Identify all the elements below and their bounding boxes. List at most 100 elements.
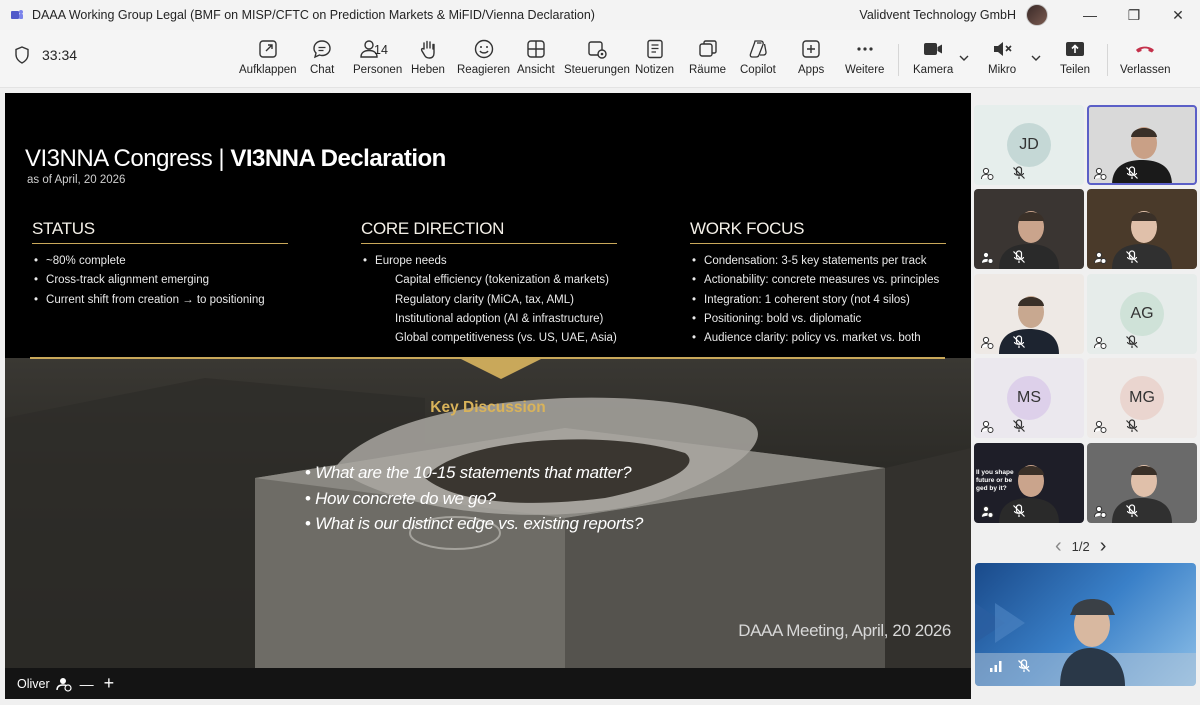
page-indicator: 1/2 (1071, 539, 1090, 554)
controls-icon (588, 41, 607, 59)
slide-footer: DAAA Meeting, April, 20 2026 (738, 621, 951, 640)
participant-tile[interactable] (1087, 189, 1197, 269)
grid-pager: ‹ 1/2 › (1055, 535, 1106, 558)
mic-muted-icon (1013, 419, 1025, 432)
mic-muted-icon (1126, 166, 1138, 179)
mic-muted-icon (1126, 250, 1138, 263)
grid-view-icon (527, 40, 545, 58)
list-item: What is our distinct edge vs. existing r… (305, 511, 643, 537)
controls-button[interactable]: Steuerungen (564, 38, 630, 82)
copilot-button[interactable]: Copilot (740, 38, 776, 82)
participant-tile[interactable] (974, 189, 1084, 269)
hang-up-icon (1136, 46, 1155, 53)
participant-tile[interactable] (974, 274, 1084, 354)
rooms-button[interactable]: Räume (689, 38, 726, 82)
share-label: Teilen (1060, 64, 1091, 76)
camera-label: Kamera (913, 64, 954, 76)
raise-hand-label: Heben (411, 64, 445, 76)
presentation-slide: VI3NNA Congress | VI3NNA Declaration as … (5, 93, 971, 668)
video-overlay-text: Il you shape future or be ged by it? (976, 469, 1014, 492)
key-discussion-heading: Key Discussion (430, 399, 546, 416)
smiley-icon (474, 39, 493, 59)
copilot-icon (749, 40, 767, 58)
shared-screen[interactable]: VI3NNA Congress | VI3NNA Declaration as … (5, 93, 971, 699)
mic-muted-icon (1013, 166, 1025, 179)
list-item: Institutional adoption (AI & infrastruct… (395, 312, 604, 325)
people-label: Personen (353, 64, 403, 76)
view-label: Ansicht (517, 64, 555, 76)
core-direction-column: CORE DIRECTION Europe needs Capital effi… (361, 219, 617, 348)
controls-label: Steuerungen (564, 64, 630, 76)
question-list: What are the 10-15 statements that matte… (305, 460, 643, 537)
participant-tile[interactable]: JD (974, 105, 1084, 185)
avatar[interactable] (1026, 4, 1048, 26)
mic-muted-icon (994, 42, 1012, 56)
participant-icon (1094, 167, 1107, 180)
participant-icon (981, 420, 994, 433)
participant-icon (1094, 420, 1107, 433)
raise-hand-button[interactable]: Heben (411, 38, 445, 82)
chat-label: Chat (310, 64, 335, 76)
status-column: STATUS ~80% complete Cross-track alignme… (32, 219, 288, 310)
participant-icon (981, 336, 994, 349)
participant-initials: MS (1007, 376, 1051, 420)
participant-tile[interactable]: MS (974, 358, 1084, 438)
rooms-icon (698, 40, 717, 57)
participant-icon (981, 505, 994, 518)
participant-tile[interactable]: AG (1087, 274, 1197, 354)
apps-label: Apps (798, 64, 825, 76)
restore-button[interactable]: ❐ (1112, 7, 1156, 24)
more-button[interactable]: Weitere (845, 38, 884, 82)
slide-date: as of April, 20 2026 (27, 174, 126, 186)
prev-page-button[interactable]: ‹ (1055, 535, 1062, 558)
apps-button[interactable]: Apps (798, 38, 824, 82)
leave-button[interactable]: Verlassen (1120, 38, 1171, 82)
list-item: Condensation: 3-5 key statements per tra… (690, 252, 946, 271)
share-button[interactable]: Teilen (1060, 38, 1090, 82)
core-direction-heading: CORE DIRECTION (361, 219, 617, 244)
leave-label: Verlassen (1120, 64, 1171, 76)
chat-button[interactable]: Chat (310, 38, 334, 82)
people-count: 14 (374, 43, 388, 57)
notes-button[interactable]: Notizen (635, 38, 674, 82)
popout-button[interactable]: Aufklappen (239, 38, 297, 82)
popout-label: Aufklappen (239, 64, 297, 76)
people-button[interactable]: 14 Personen (353, 38, 402, 82)
zoom-out-button[interactable]: — (80, 676, 94, 692)
more-icon (857, 47, 873, 51)
organization-name[interactable]: Validvent Technology GmbH (859, 8, 1016, 22)
react-button[interactable]: Reagieren (457, 38, 510, 82)
presenter-icon (55, 677, 72, 692)
mic-muted-icon (1013, 250, 1025, 263)
list-item: Integration: 1 coherent story (not 4 sil… (690, 291, 946, 310)
mic-muted-icon (1126, 504, 1138, 517)
next-page-button[interactable]: › (1100, 535, 1107, 558)
window-title: DAAA Working Group Legal (BMF on MISP/CF… (32, 8, 595, 22)
camera-icon (924, 43, 943, 55)
participant-icon (1094, 251, 1107, 264)
camera-button[interactable]: Kamera (913, 38, 953, 82)
more-label: Weitere (845, 64, 885, 76)
notes-icon (646, 39, 663, 59)
list-item: Europe needs (361, 252, 617, 271)
list-item: Regulatory clarity (MiCA, tax, AML) (395, 293, 574, 306)
slide-title: VI3NNA Congress | VI3NNA Declaration (25, 145, 446, 173)
zoom-in-button[interactable]: + (104, 673, 115, 694)
participant-tile[interactable] (1087, 105, 1197, 185)
view-button[interactable]: Ansicht (517, 38, 555, 82)
chevron-down-icon[interactable] (1030, 52, 1042, 64)
list-item: Capital efficiency (tokenization & marke… (395, 274, 609, 287)
participant-tile[interactable] (1087, 443, 1197, 523)
slide-title-light: VI3NNA Congress | (25, 145, 231, 172)
chevron-down-icon[interactable] (958, 52, 970, 64)
close-button[interactable]: ✕ (1156, 7, 1200, 24)
participant-tile[interactable]: Il you shape future or be ged by it? (974, 443, 1084, 523)
signal-icon (990, 661, 1002, 672)
list-item: Positioning: bold vs. diplomatic (690, 310, 946, 329)
minimize-button[interactable]: — (1068, 7, 1112, 23)
divider-arrow (461, 359, 541, 379)
mic-muted-icon (1018, 659, 1030, 672)
participant-tile[interactable]: MG (1087, 358, 1197, 438)
self-view-video[interactable] (975, 563, 1196, 686)
mic-button[interactable]: Mikro (988, 38, 1016, 82)
